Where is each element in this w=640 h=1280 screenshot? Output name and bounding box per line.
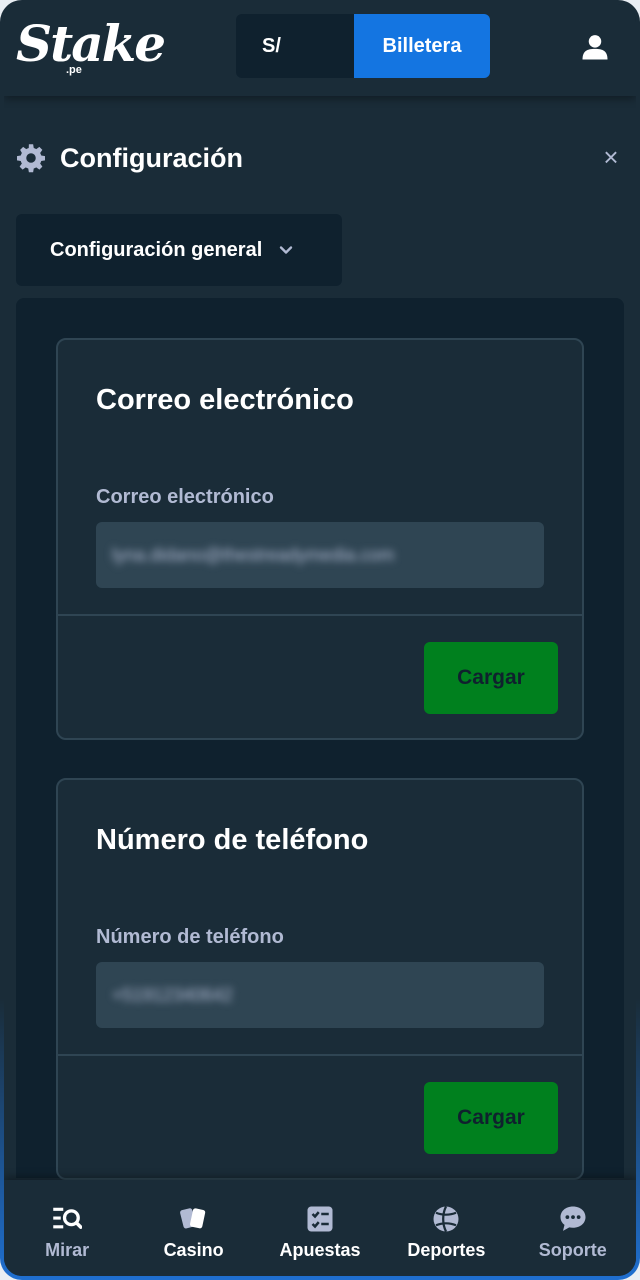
gear-icon (17, 144, 45, 173)
phone-field-label: Número de teléfono (96, 926, 284, 948)
phone-card-title: Número de teléfono (96, 824, 369, 856)
email-field-label: Correo electrónico (96, 486, 274, 508)
email-field[interactable]: lyna.didano@thestreadymedia.com (96, 522, 544, 588)
nav-item-deportes[interactable]: Deportes (386, 1180, 506, 1276)
nav-item-mirar[interactable]: Mirar (7, 1180, 127, 1276)
currency-balance[interactable]: S/ (236, 14, 354, 78)
browse-icon (53, 1207, 83, 1229)
betslip-icon (307, 1206, 333, 1232)
nav-item-apuestas[interactable]: Apuestas (260, 1180, 380, 1276)
phone-card: Número de teléfono Número de teléfono +5… (56, 778, 584, 1180)
cards-icon (179, 1208, 205, 1229)
email-card-title: Correo electrónico (96, 384, 354, 416)
nav-label: Casino (163, 1240, 224, 1260)
settings-panel: Correo electrónico Correo electrónico ly… (16, 298, 624, 1180)
settings-section-dropdown[interactable]: Configuración general (16, 214, 342, 286)
nav-item-soporte[interactable]: Soporte (513, 1180, 633, 1276)
device-frame: Stake .pe S/ Billetera Configuración × C… (0, 0, 640, 1280)
wallet-group: S/ Billetera (236, 14, 490, 78)
user-icon[interactable] (580, 32, 610, 62)
divider (58, 1054, 582, 1056)
nav-label: Apuestas (279, 1240, 361, 1260)
wallet-button[interactable]: Billetera (354, 14, 490, 78)
page-title: Configuración (60, 142, 243, 173)
app-screen: Stake .pe S/ Billetera Configuración × C… (4, 4, 636, 1276)
logo-domain: .pe (66, 64, 82, 76)
chevron-down-icon (280, 246, 293, 254)
dropdown-label: Configuración general (50, 238, 263, 261)
stake-logo[interactable]: Stake .pe (16, 14, 166, 82)
divider (58, 614, 582, 616)
email-card: Correo electrónico Correo electrónico ly… (56, 338, 584, 740)
top-bar: Stake .pe S/ Billetera (4, 4, 636, 96)
phone-field[interactable]: +51912340642 (96, 962, 544, 1028)
nav-label: Soporte (538, 1240, 607, 1260)
email-submit-button[interactable]: Cargar (424, 642, 558, 714)
close-icon[interactable]: × (598, 144, 624, 170)
logo-text: Stake (16, 14, 166, 73)
phone-field-value: +51912340642 (112, 984, 233, 1005)
chat-icon (560, 1206, 586, 1231)
sports-ball-icon (433, 1205, 459, 1233)
nav-label: Mirar (45, 1240, 90, 1260)
bottom-navigation: Mirar Casino Apuestas Deportes Soporte (4, 1180, 636, 1276)
settings-title-row: Configuración × (16, 136, 624, 180)
phone-submit-button[interactable]: Cargar (424, 1082, 558, 1154)
nav-label: Deportes (407, 1240, 486, 1260)
email-field-value: lyna.didano@thestreadymedia.com (112, 544, 395, 565)
nav-item-casino[interactable]: Casino (134, 1180, 254, 1276)
